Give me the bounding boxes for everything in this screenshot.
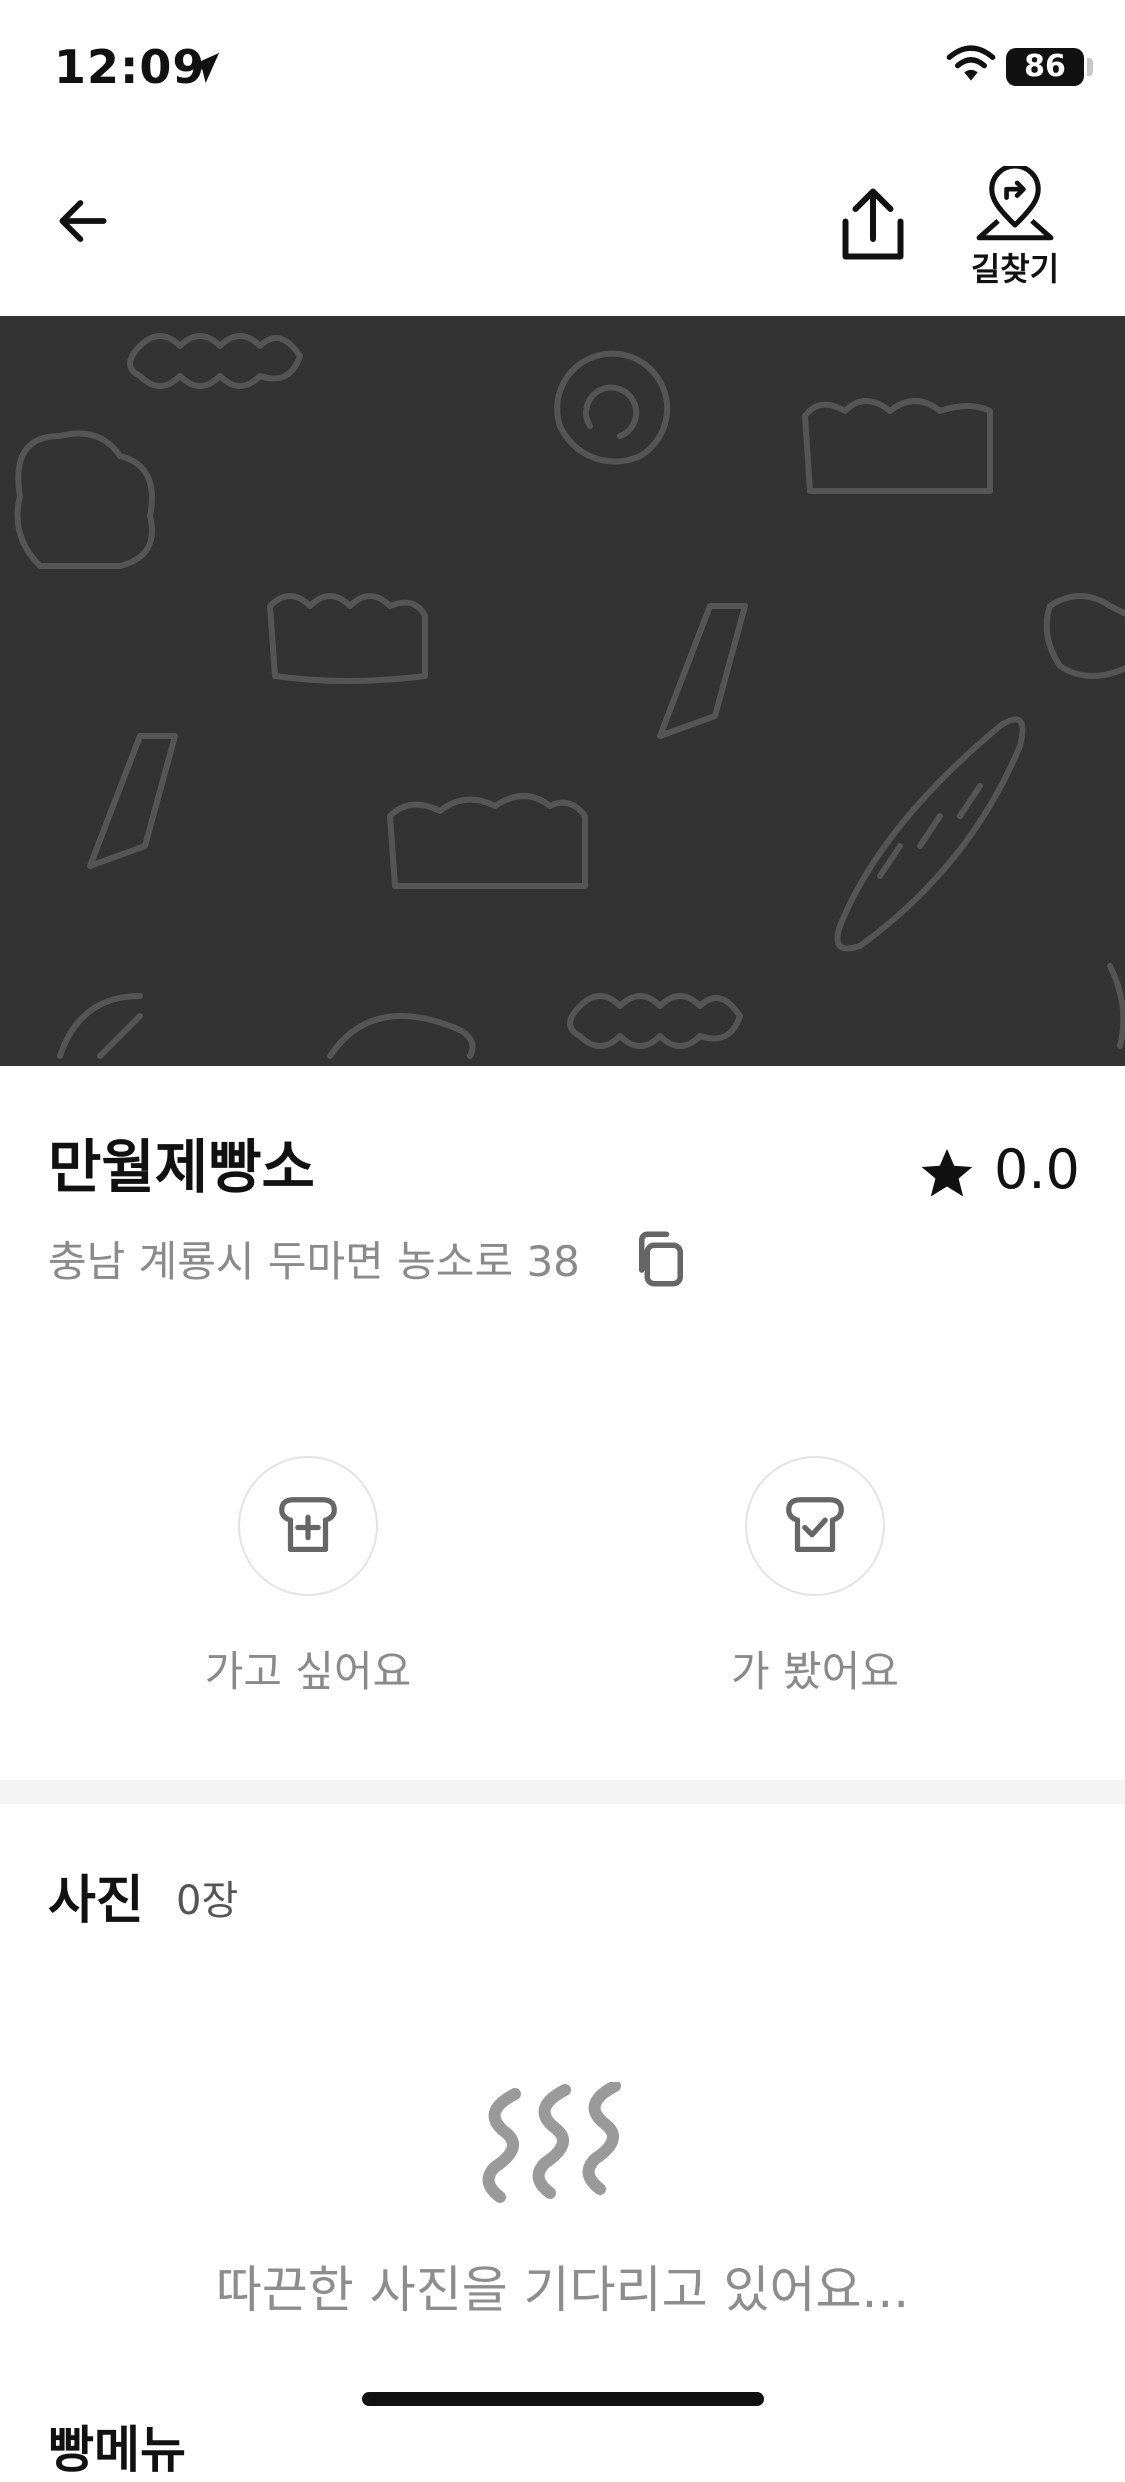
- battery-cap: [1087, 58, 1093, 76]
- want-to-go-button[interactable]: [238, 1456, 378, 1596]
- place-name: 만월제빵소: [48, 1133, 315, 1201]
- photos-empty-message: 따끈한 사진을 기다리고 있어요...: [215, 2261, 910, 2319]
- address-text: 충남 계룡시 두마면 농소로 38: [48, 1237, 580, 1286]
- steam-squiggle-icon: [482, 2082, 621, 2203]
- status-time: 12:09: [54, 40, 206, 94]
- want-to-go-label: 가고 싶어요: [204, 1647, 412, 1696]
- photos-count: 0장: [176, 1878, 239, 1924]
- copy-icon[interactable]: [628, 1226, 694, 1292]
- star-icon: [921, 1148, 973, 1197]
- hero-image: [0, 316, 1125, 1066]
- back-arrow-icon[interactable]: [52, 190, 114, 252]
- wifi-icon: [946, 45, 996, 81]
- bread-pattern-illustration: [14, 333, 1125, 1059]
- photos-section-title: 사진: [48, 1871, 144, 1931]
- directions-label: 길찾기: [970, 250, 1060, 288]
- share-icon[interactable]: [838, 184, 908, 264]
- section-divider: [0, 1780, 1125, 1804]
- rating-value: 0.0: [994, 1138, 1080, 1201]
- location-arrow-icon: [189, 53, 219, 83]
- battery-indicator: 86: [1006, 48, 1084, 86]
- visited-label: 가 봤어요: [731, 1647, 899, 1696]
- directions-button[interactable]: 길찾기: [960, 166, 1070, 288]
- directions-pin-icon: [976, 166, 1054, 241]
- next-section-title: 빵메뉴: [48, 2421, 186, 2479]
- home-indicator[interactable]: [362, 2392, 764, 2406]
- bread-check-icon: [786, 1497, 844, 1552]
- visited-button[interactable]: [745, 1456, 885, 1596]
- bread-plus-icon: [279, 1497, 337, 1552]
